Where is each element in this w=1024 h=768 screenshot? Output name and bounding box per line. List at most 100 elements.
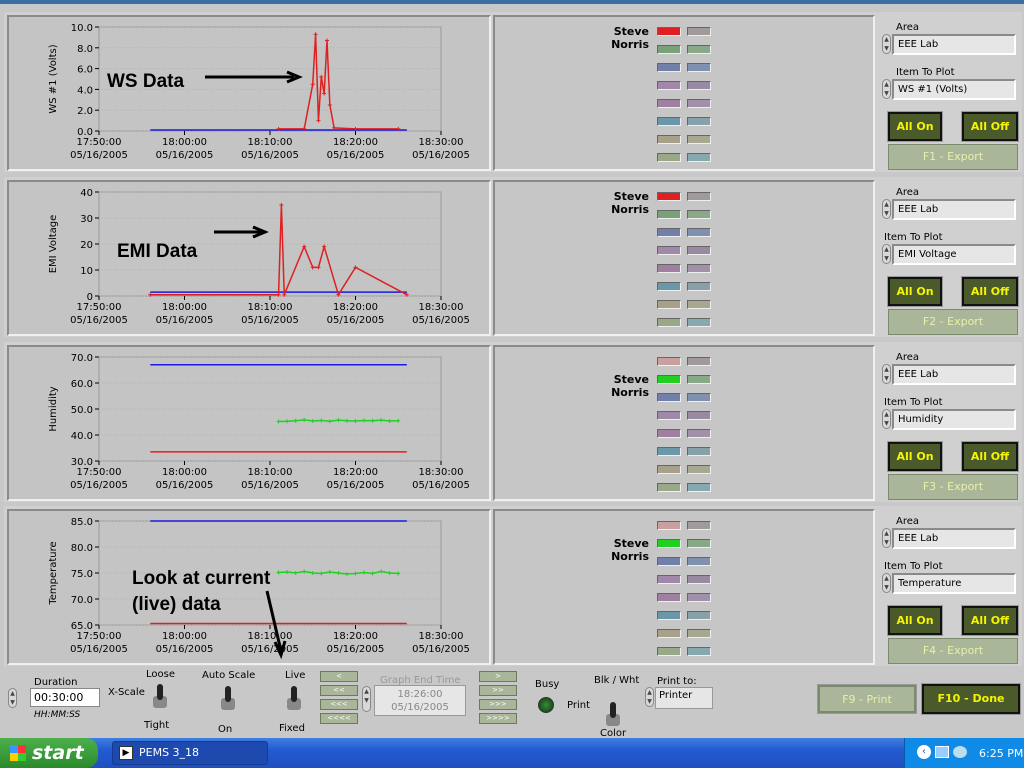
f10-done-button[interactable]: F10 - Done — [921, 683, 1021, 715]
legend-swatch[interactable] — [657, 357, 681, 366]
legend-swatch[interactable] — [657, 539, 681, 548]
clock[interactable]: 6:25 PM — [979, 747, 1023, 760]
area-spinner[interactable]: ▲ ▼ — [882, 364, 891, 384]
legend-swatch[interactable] — [687, 483, 711, 492]
export-button[interactable]: F4 - Export — [888, 638, 1018, 664]
legend-swatch[interactable] — [657, 99, 681, 108]
legend-swatch[interactable] — [657, 483, 681, 492]
legend-swatch[interactable] — [687, 228, 711, 237]
legend-swatch[interactable] — [687, 375, 711, 384]
legend-swatch[interactable] — [687, 447, 711, 456]
legend-swatch[interactable] — [657, 629, 681, 638]
legend-swatch[interactable] — [687, 429, 711, 438]
nav-button[interactable]: >>> — [479, 699, 517, 710]
all-on-button[interactable]: All On — [887, 111, 943, 142]
legend-swatch[interactable] — [657, 411, 681, 420]
tray-chevron-icon[interactable]: ‹ — [917, 745, 931, 759]
legend-swatch[interactable] — [657, 192, 681, 201]
legend-swatch[interactable] — [657, 246, 681, 255]
legend-swatch[interactable] — [687, 411, 711, 420]
duration-input[interactable]: 00:30:00 — [30, 688, 100, 707]
all-off-button[interactable]: All Off — [961, 605, 1019, 636]
legend-swatch[interactable] — [657, 282, 681, 291]
legend-swatch[interactable] — [687, 629, 711, 638]
item-spinner[interactable]: ▲ ▼ — [882, 573, 891, 593]
legend-swatch[interactable] — [687, 557, 711, 566]
legend-swatch[interactable] — [657, 393, 681, 402]
legend-swatch[interactable] — [657, 27, 681, 36]
legend-swatch[interactable] — [687, 27, 711, 36]
area-field[interactable]: EEE Lab — [892, 364, 1016, 385]
legend-swatch[interactable] — [687, 539, 711, 548]
all-off-button[interactable]: All Off — [961, 111, 1019, 142]
legend-swatch[interactable] — [687, 117, 711, 126]
legend-swatch[interactable] — [687, 264, 711, 273]
nav-button[interactable]: >> — [479, 685, 517, 696]
legend-swatch[interactable] — [687, 465, 711, 474]
f9-print-button[interactable]: F9 - Print — [817, 684, 917, 714]
legend-swatch[interactable] — [687, 81, 711, 90]
export-button[interactable]: F3 - Export — [888, 474, 1018, 500]
start-button[interactable]: start — [0, 738, 98, 768]
network-icon[interactable] — [935, 746, 949, 758]
legend-swatch[interactable] — [687, 300, 711, 309]
legend-swatch[interactable] — [657, 135, 681, 144]
legend-swatch[interactable] — [657, 81, 681, 90]
duration-spinner[interactable]: ▲ ▼ — [8, 688, 17, 708]
legend-swatch[interactable] — [687, 210, 711, 219]
area-field[interactable]: EEE Lab — [892, 528, 1016, 549]
area-field[interactable]: EEE Lab — [892, 34, 1016, 55]
area-spinner[interactable]: ▲ ▼ — [882, 528, 891, 548]
item-to-plot-field[interactable]: WS #1 (Volts) — [892, 79, 1016, 100]
legend-swatch[interactable] — [687, 246, 711, 255]
legend-swatch[interactable] — [657, 575, 681, 584]
item-to-plot-field[interactable]: EMI Voltage — [892, 244, 1016, 265]
export-button[interactable]: F2 - Export — [888, 309, 1018, 335]
taskbar-item-pems[interactable]: ▶ PEMS 3_18 — [112, 741, 268, 765]
legend-swatch[interactable] — [687, 99, 711, 108]
legend-swatch[interactable] — [657, 210, 681, 219]
legend-swatch[interactable] — [687, 135, 711, 144]
item-to-plot-field[interactable]: Temperature — [892, 573, 1016, 594]
printer-spinner[interactable]: ▲ ▼ — [645, 687, 654, 707]
item-to-plot-field[interactable]: Humidity — [892, 409, 1016, 430]
legend-swatch[interactable] — [657, 611, 681, 620]
nav-button[interactable]: >>>> — [479, 713, 517, 724]
live-fixed-toggle[interactable] — [286, 686, 302, 710]
legend-swatch[interactable] — [657, 318, 681, 327]
legend-swatch[interactable] — [687, 282, 711, 291]
area-spinner[interactable]: ▲ ▼ — [882, 199, 891, 219]
legend-swatch[interactable] — [657, 429, 681, 438]
legend-swatch[interactable] — [657, 264, 681, 273]
all-on-button[interactable]: All On — [887, 276, 943, 307]
legend-swatch[interactable] — [687, 593, 711, 602]
legend-swatch[interactable] — [657, 647, 681, 656]
legend-swatch[interactable] — [687, 611, 711, 620]
legend-swatch[interactable] — [687, 575, 711, 584]
legend-swatch[interactable] — [687, 45, 711, 54]
item-spinner[interactable]: ▲ ▼ — [882, 409, 891, 429]
item-spinner[interactable]: ▲ ▼ — [882, 79, 891, 99]
legend-swatch[interactable] — [657, 117, 681, 126]
graph-end-spinner[interactable]: ▲ ▼ — [362, 686, 371, 712]
all-off-button[interactable]: All Off — [961, 276, 1019, 307]
legend-swatch[interactable] — [657, 228, 681, 237]
legend-swatch[interactable] — [657, 593, 681, 602]
nav-button[interactable]: > — [479, 671, 517, 682]
export-button[interactable]: F1 - Export — [888, 144, 1018, 170]
legend-swatch[interactable] — [687, 647, 711, 656]
speaker-icon[interactable] — [953, 746, 967, 758]
all-on-button[interactable]: All On — [887, 605, 943, 636]
autoscale-toggle[interactable] — [220, 686, 236, 710]
legend-swatch[interactable] — [687, 357, 711, 366]
legend-swatch[interactable] — [687, 393, 711, 402]
all-on-button[interactable]: All On — [887, 441, 943, 472]
legend-swatch[interactable] — [657, 465, 681, 474]
legend-swatch[interactable] — [687, 521, 711, 530]
legend-swatch[interactable] — [687, 192, 711, 201]
legend-swatch[interactable] — [657, 557, 681, 566]
xscale-toggle[interactable] — [152, 684, 168, 708]
nav-button[interactable]: << — [320, 685, 358, 696]
nav-button[interactable]: < — [320, 671, 358, 682]
legend-swatch[interactable] — [657, 447, 681, 456]
